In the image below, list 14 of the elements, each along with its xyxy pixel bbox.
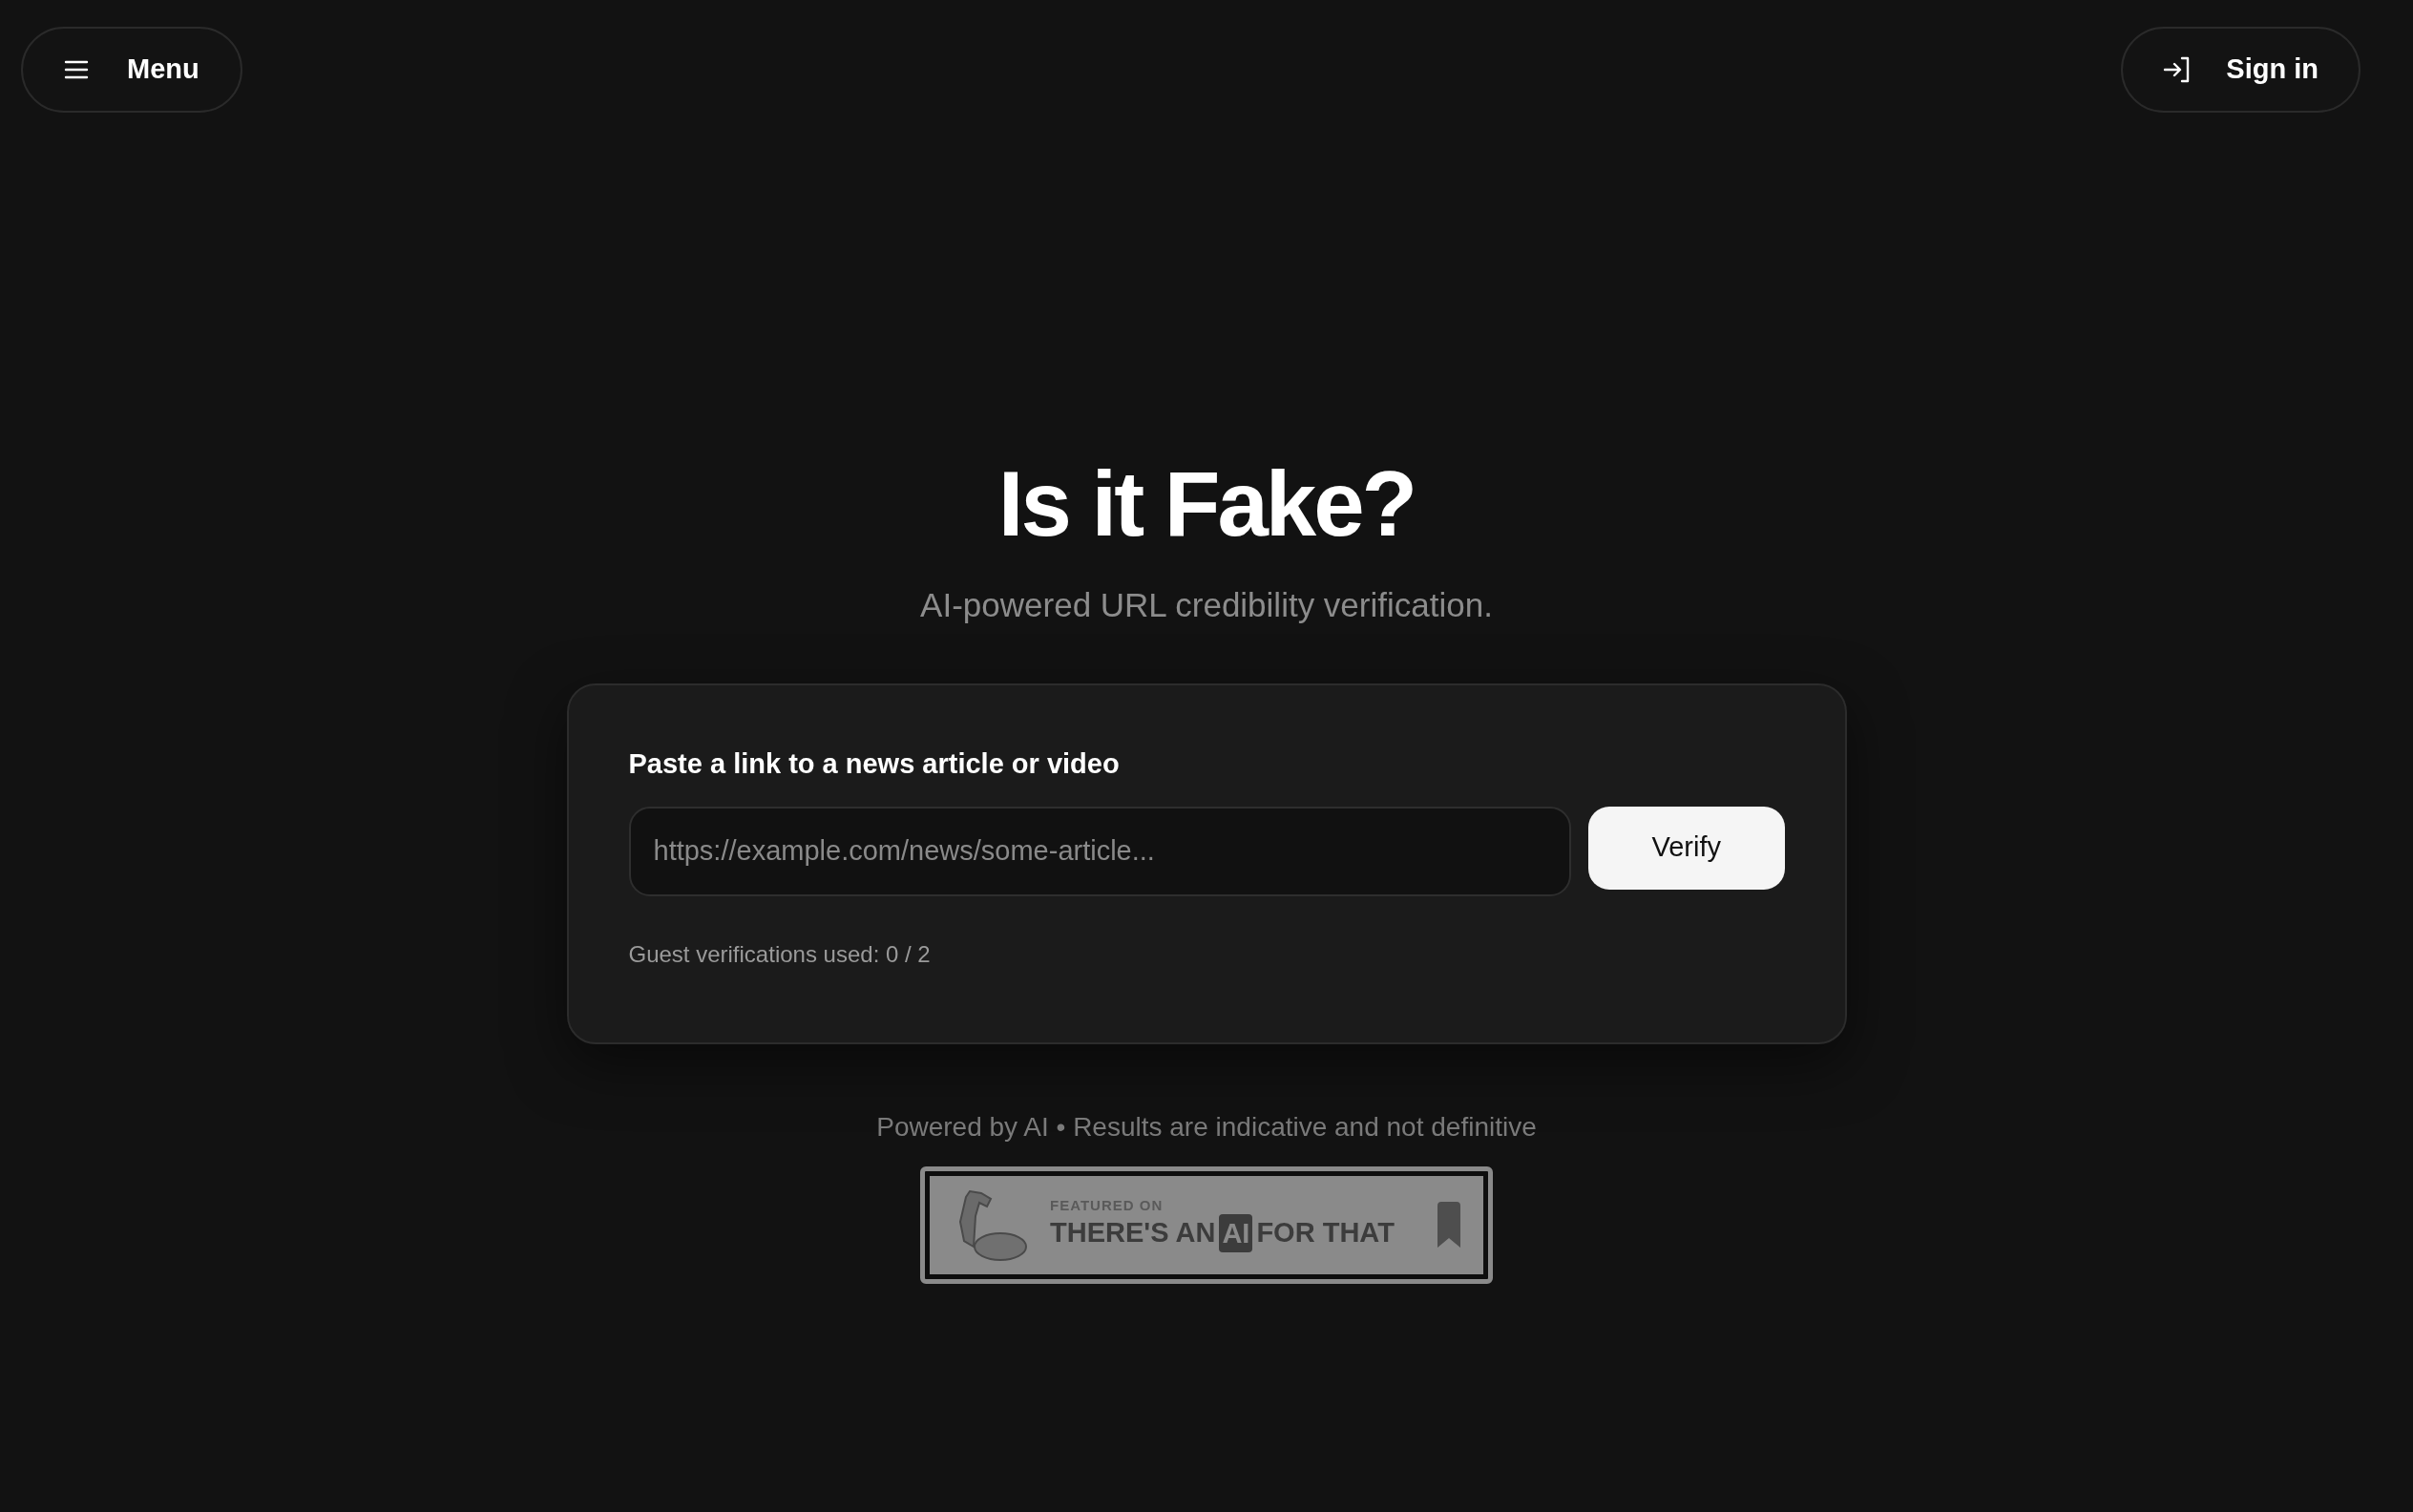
sign-in-button[interactable]: Sign in [2121, 27, 2361, 113]
usage-note: Guest verifications used: 0 / 2 [628, 939, 932, 969]
field-label: Paste a link to a news article or video [628, 749, 1121, 778]
badge-title: THERE'S AN [1050, 1219, 1216, 1247]
page-subtitle: AI-powered URL credibility verification. [920, 585, 1493, 625]
bookmark-icon [1437, 1202, 1460, 1248]
badge-title: FOR THAT [1256, 1219, 1395, 1247]
verify-button[interactable]: Verify [1588, 806, 1785, 890]
menu-button[interactable]: Menu [21, 27, 242, 113]
menu-icon [64, 59, 89, 80]
page-title: Is it Fake? [997, 458, 1416, 550]
url-input-field[interactable]: https://example.com/news/some-article... [628, 806, 1572, 896]
badge-highlight: AI [1219, 1213, 1253, 1252]
footer-note: Powered by AI • Results are indicative and not definitive [876, 1110, 1537, 1144]
